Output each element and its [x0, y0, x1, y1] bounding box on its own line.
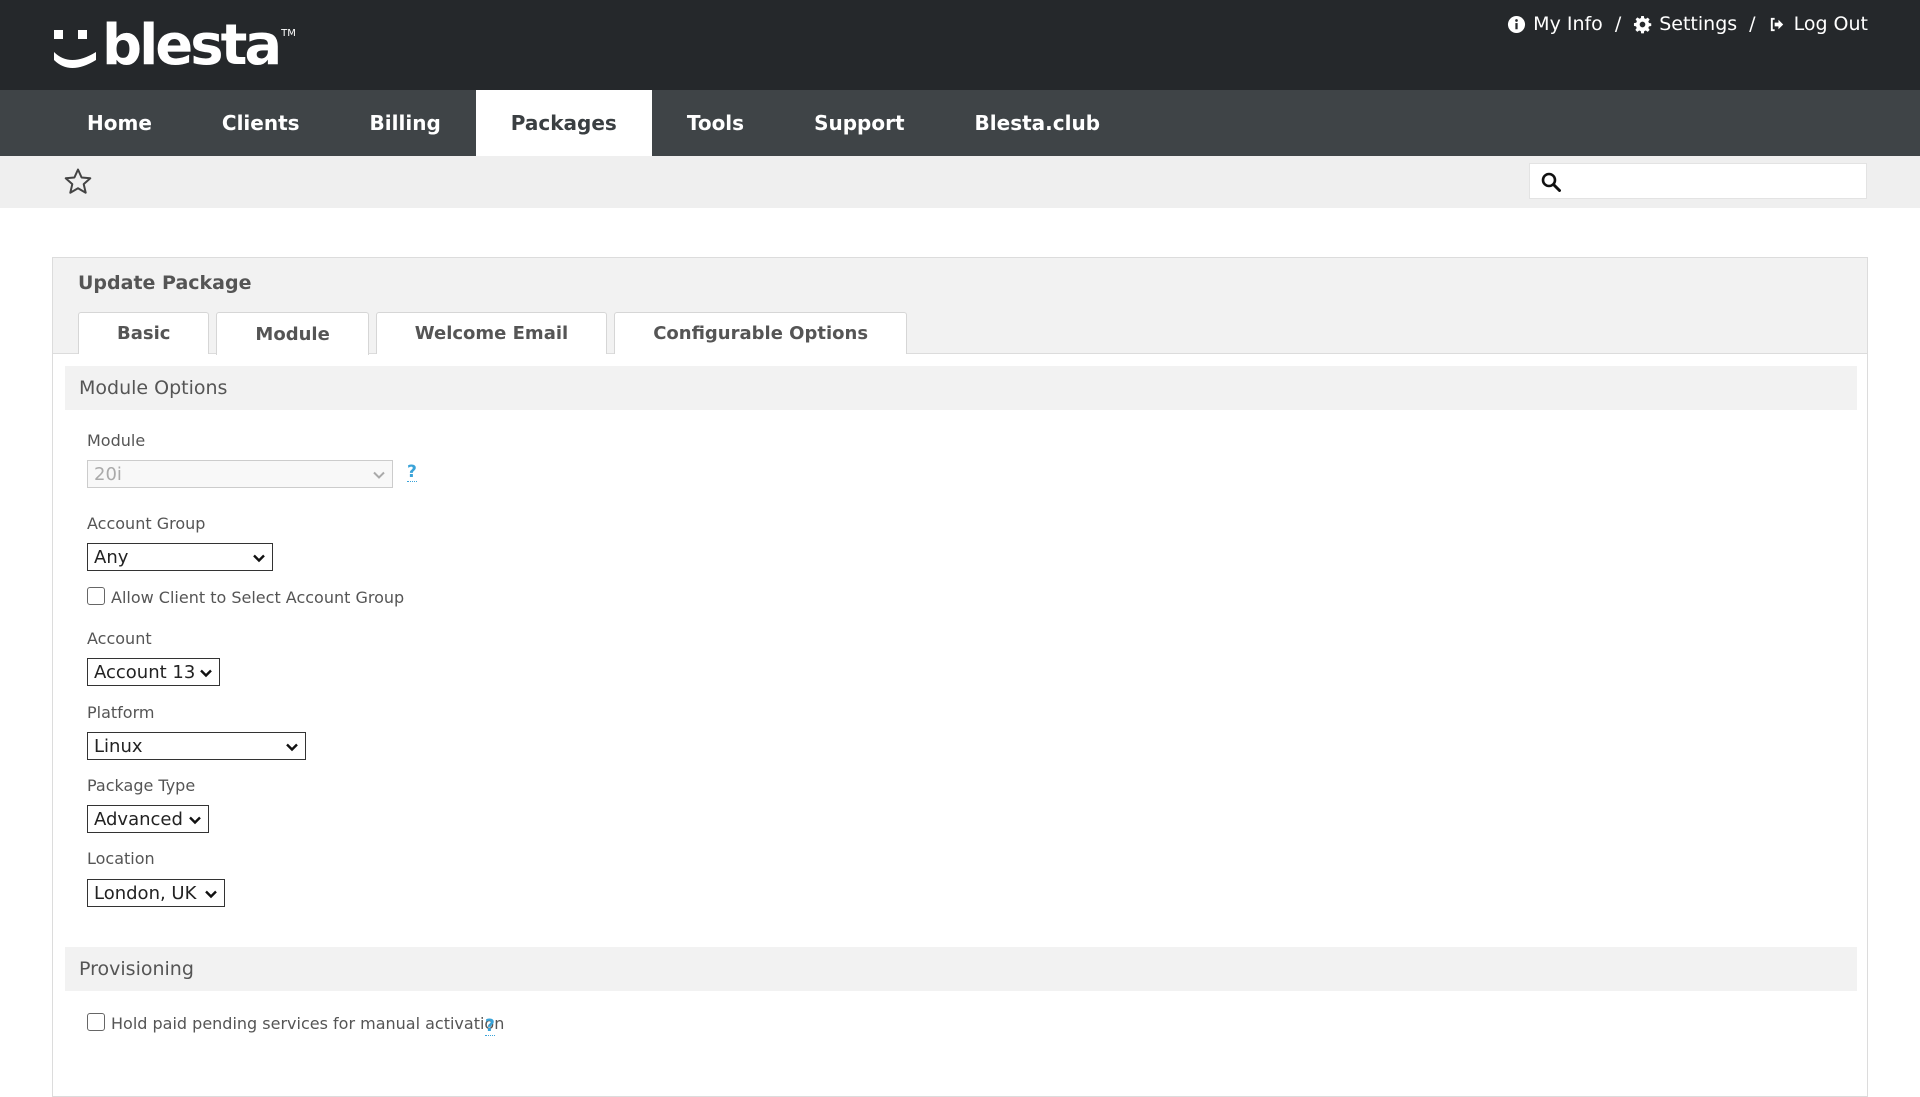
chevron-down-icon: [200, 669, 212, 678]
hold-pending-help-link[interactable]: ?: [485, 1017, 495, 1036]
log-out-label: Log Out: [1793, 13, 1868, 35]
top-link-separator: /: [1749, 13, 1756, 35]
tab-module[interactable]: Module: [216, 312, 369, 355]
platform-label: Platform: [87, 703, 155, 722]
chevron-down-icon: [189, 816, 201, 825]
allow-client-select-group-row: Allow Client to Select Account Group: [87, 586, 405, 607]
search-input[interactable]: [1570, 168, 1860, 194]
account-group-select[interactable]: Any: [87, 543, 273, 571]
star-icon[interactable]: [63, 167, 93, 197]
nav-item-support[interactable]: Support: [779, 90, 939, 156]
account-label: Account: [87, 629, 152, 648]
chevron-down-icon: [373, 471, 385, 479]
chevron-down-icon: [286, 743, 298, 752]
nav-item-packages[interactable]: Packages: [475, 90, 652, 156]
nav-item-home[interactable]: Home: [52, 90, 187, 156]
allow-client-select-group-label: Allow Client to Select Account Group: [111, 588, 405, 607]
hold-pending-row: Hold paid pending services for manual ac…: [87, 1012, 505, 1033]
chevron-down-icon: [253, 554, 265, 563]
top-header: blesta TM My Info / Settings / Log Out: [0, 0, 1920, 90]
panel-header: Update Package Basic Module Welcome Emai…: [53, 258, 1867, 355]
module-options-heading: Module Options: [65, 366, 1857, 410]
package-type-label: Package Type: [87, 776, 196, 795]
allow-client-select-group-checkbox[interactable]: [87, 586, 105, 605]
account-select[interactable]: Account 13: [87, 658, 220, 686]
provisioning-heading: Provisioning: [65, 947, 1857, 991]
nav-item-tools[interactable]: Tools: [652, 90, 779, 156]
module-select: 20i: [87, 460, 393, 488]
module-help-link[interactable]: ?: [407, 463, 417, 482]
search-box[interactable]: [1529, 163, 1867, 199]
nav-item-clients[interactable]: Clients: [187, 90, 335, 156]
my-info-link[interactable]: My Info: [1507, 13, 1603, 35]
hold-pending-checkbox[interactable]: [87, 1012, 105, 1031]
page-title: Update Package: [78, 272, 252, 294]
nav-item-billing[interactable]: Billing: [335, 90, 476, 156]
platform-select-value: Linux: [94, 735, 143, 757]
location-select-value: London, UK: [94, 882, 197, 904]
package-type-select[interactable]: Advanced: [87, 805, 209, 833]
update-package-panel: Update Package Basic Module Welcome Emai…: [52, 257, 1868, 1097]
top-links: My Info / Settings / Log Out: [1507, 10, 1868, 38]
hold-pending-label: Hold paid pending services for manual ac…: [111, 1014, 505, 1033]
main-nav: Home Clients Billing Packages Tools Supp…: [0, 90, 1920, 156]
logout-icon: [1770, 17, 1783, 31]
package-tabs: Basic Module Welcome Email Configurable …: [78, 312, 908, 355]
account-group-select-value: Any: [94, 546, 129, 568]
location-label: Location: [87, 849, 155, 868]
tab-welcome-email[interactable]: Welcome Email: [375, 312, 608, 354]
location-select[interactable]: London, UK: [87, 879, 225, 907]
logo-text: blesta: [102, 13, 282, 78]
module-label: Module: [87, 431, 146, 450]
log-out-link[interactable]: Log Out: [1768, 13, 1868, 35]
tab-basic[interactable]: Basic: [78, 312, 210, 354]
platform-select[interactable]: Linux: [87, 732, 306, 760]
account-group-label: Account Group: [87, 514, 206, 533]
logo-trademark: TM: [281, 28, 296, 39]
tab-configurable-options[interactable]: Configurable Options: [614, 312, 908, 354]
top-link-separator: /: [1614, 13, 1622, 35]
my-info-label: My Info: [1533, 13, 1603, 35]
nav-item-blesta-club[interactable]: Blesta.club: [940, 90, 1136, 156]
module-select-value: 20i: [94, 463, 122, 485]
info-icon: [1508, 15, 1526, 33]
blesta-logo[interactable]: blesta TM: [52, 18, 296, 74]
gear-icon: [1634, 15, 1652, 33]
chevron-down-icon: [205, 890, 217, 899]
account-select-value: Account 13: [94, 661, 196, 683]
logo-smile-icon: [54, 30, 96, 68]
package-type-select-value: Advanced: [94, 808, 183, 830]
settings-label: Settings: [1659, 13, 1738, 35]
settings-link[interactable]: Settings: [1633, 13, 1737, 35]
search-icon: [1541, 172, 1561, 192]
